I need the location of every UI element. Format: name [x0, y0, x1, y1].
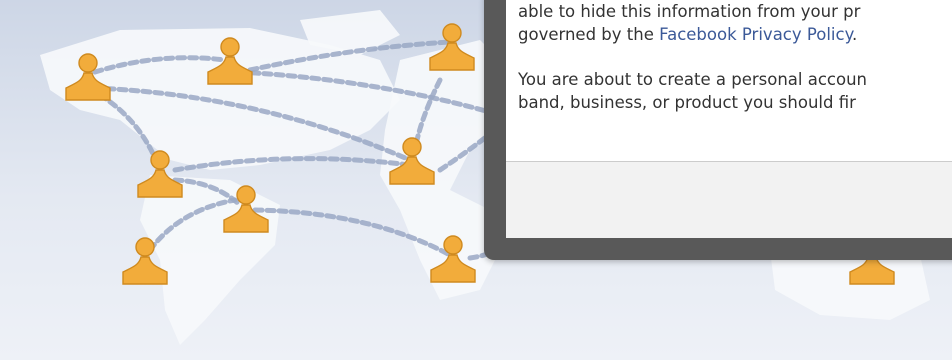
signup-dialog: able to hide this information from your … — [484, 0, 952, 260]
dialog-text-suffix: . — [852, 25, 858, 44]
dialog-text-prefix: governed by the — [518, 25, 660, 44]
dialog-text-line-1: able to hide this information from your … — [518, 2, 861, 21]
south-america-landmass — [140, 175, 280, 345]
dialog-text-line-4: band, business, or product you should fi… — [518, 93, 856, 112]
dialog-body: able to hide this information from your … — [506, 0, 952, 114]
dialog-text-line-2: governed by the Facebook Privacy Policy. — [518, 23, 952, 46]
privacy-policy-link[interactable]: Facebook Privacy Policy — [659, 25, 852, 44]
dialog-text-line-3: You are about to create a personal accou… — [518, 70, 868, 89]
dialog-footer — [506, 161, 952, 238]
dialog-content: able to hide this information from your … — [506, 0, 952, 238]
